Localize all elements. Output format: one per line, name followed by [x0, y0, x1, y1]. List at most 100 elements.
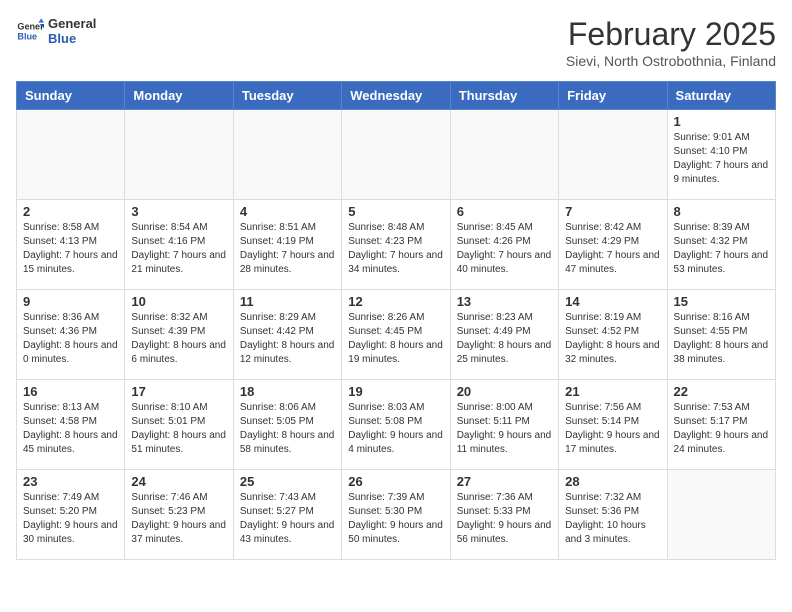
day-number: 1 — [674, 114, 769, 129]
day-number: 19 — [348, 384, 443, 399]
title-area: February 2025 Sievi, North Ostrobothnia,… — [566, 16, 776, 69]
weekday-header-thursday: Thursday — [450, 82, 558, 110]
week-row-3: 16 Sunrise: 8:13 AM Sunset: 4:58 PM Dayli… — [17, 380, 776, 470]
day-number: 25 — [240, 474, 335, 489]
svg-text:Blue: Blue — [17, 31, 37, 41]
day-info: Sunrise: 7:49 AM Sunset: 5:20 PM Dayligh… — [23, 491, 118, 547]
week-row-4: 23 Sunrise: 7:49 AM Sunset: 5:20 PM Dayli… — [17, 470, 776, 560]
day-number: 21 — [565, 384, 660, 399]
week-row-2: 9 Sunrise: 8:36 AM Sunset: 4:36 PM Daylig… — [17, 290, 776, 380]
calendar-cell — [667, 470, 775, 560]
day-number: 7 — [565, 204, 660, 219]
calendar-cell: 21 Sunrise: 7:56 AM Sunset: 5:14 PM Dayli… — [559, 380, 667, 470]
calendar-cell: 7Sunrise: 8:42 AM Sunset: 4:29 PM Daylig… — [559, 200, 667, 290]
day-number: 9 — [23, 294, 118, 309]
calendar-cell: 6 Sunrise: 8:45 AM Sunset: 4:26 PM Daylig… — [450, 200, 558, 290]
calendar-cell: 20Sunrise: 8:00 AM Sunset: 5:11 PM Dayli… — [450, 380, 558, 470]
weekday-header-wednesday: Wednesday — [342, 82, 450, 110]
calendar-cell: 9 Sunrise: 8:36 AM Sunset: 4:36 PM Daylig… — [17, 290, 125, 380]
day-info: Sunrise: 8:39 AM Sunset: 4:32 PM Dayligh… — [674, 221, 769, 277]
weekday-header-friday: Friday — [559, 82, 667, 110]
day-info: Sunrise: 7:39 AM Sunset: 5:30 PM Dayligh… — [348, 491, 443, 547]
day-info: Sunrise: 8:45 AM Sunset: 4:26 PM Dayligh… — [457, 221, 552, 277]
calendar-cell: 12Sunrise: 8:26 AM Sunset: 4:45 PM Dayli… — [342, 290, 450, 380]
calendar-cell: 26 Sunrise: 7:39 AM Sunset: 5:30 PM Dayli… — [342, 470, 450, 560]
calendar-cell: 23 Sunrise: 7:49 AM Sunset: 5:20 PM Dayli… — [17, 470, 125, 560]
week-row-1: 2 Sunrise: 8:58 AM Sunset: 4:13 PM Daylig… — [17, 200, 776, 290]
day-number: 3 — [131, 204, 226, 219]
day-info: Sunrise: 7:36 AM Sunset: 5:33 PM Dayligh… — [457, 491, 552, 547]
calendar-cell: 14Sunrise: 8:19 AM Sunset: 4:52 PM Dayli… — [559, 290, 667, 380]
week-row-0: 1 Sunrise: 9:01 AM Sunset: 4:10 PM Daylig… — [17, 110, 776, 200]
day-info: Sunrise: 8:58 AM Sunset: 4:13 PM Dayligh… — [23, 221, 118, 277]
calendar-cell: 28 Sunrise: 7:32 AM Sunset: 5:36 PM Dayli… — [559, 470, 667, 560]
calendar-cell — [342, 110, 450, 200]
day-number: 23 — [23, 474, 118, 489]
day-info: Sunrise: 8:00 AM Sunset: 5:11 PM Dayligh… — [457, 401, 552, 457]
day-number: 13 — [457, 294, 552, 309]
day-info: Sunrise: 8:32 AM Sunset: 4:39 PM Dayligh… — [131, 311, 226, 367]
day-number: 10 — [131, 294, 226, 309]
calendar-cell: 10 Sunrise: 8:32 AM Sunset: 4:39 PM Dayli… — [125, 290, 233, 380]
day-number: 2 — [23, 204, 118, 219]
day-number: 8 — [674, 204, 769, 219]
weekday-header-monday: Monday — [125, 82, 233, 110]
day-info: Sunrise: 8:54 AM Sunset: 4:16 PM Dayligh… — [131, 221, 226, 277]
weekday-header-tuesday: Tuesday — [233, 82, 341, 110]
day-info: Sunrise: 8:03 AM Sunset: 5:08 PM Dayligh… — [348, 401, 443, 457]
day-info: Sunrise: 7:53 AM Sunset: 5:17 PM Dayligh… — [674, 401, 769, 457]
calendar-cell: 25 Sunrise: 7:43 AM Sunset: 5:27 PM Dayli… — [233, 470, 341, 560]
calendar-cell: 15 Sunrise: 8:16 AM Sunset: 4:55 PM Dayli… — [667, 290, 775, 380]
day-number: 12 — [348, 294, 443, 309]
calendar-cell — [559, 110, 667, 200]
weekday-header-row: SundayMondayTuesdayWednesdayThursdayFrid… — [17, 82, 776, 110]
month-title: February 2025 — [566, 16, 776, 53]
day-info: Sunrise: 8:16 AM Sunset: 4:55 PM Dayligh… — [674, 311, 769, 367]
calendar-cell: 17 Sunrise: 8:10 AM Sunset: 5:01 PM Dayli… — [125, 380, 233, 470]
day-info: Sunrise: 8:48 AM Sunset: 4:23 PM Dayligh… — [348, 221, 443, 277]
day-number: 16 — [23, 384, 118, 399]
calendar-cell: 27 Sunrise: 7:36 AM Sunset: 5:33 PM Dayli… — [450, 470, 558, 560]
day-number: 18 — [240, 384, 335, 399]
day-number: 5 — [348, 204, 443, 219]
calendar-cell: 5 Sunrise: 8:48 AM Sunset: 4:23 PM Daylig… — [342, 200, 450, 290]
svg-text:General: General — [17, 22, 44, 32]
day-info: Sunrise: 9:01 AM Sunset: 4:10 PM Dayligh… — [674, 131, 769, 187]
calendar-cell: 4Sunrise: 8:51 AM Sunset: 4:19 PM Daylig… — [233, 200, 341, 290]
day-number: 14 — [565, 294, 660, 309]
weekday-header-sunday: Sunday — [17, 82, 125, 110]
day-info: Sunrise: 8:13 AM Sunset: 4:58 PM Dayligh… — [23, 401, 118, 457]
calendar-cell: 8 Sunrise: 8:39 AM Sunset: 4:32 PM Daylig… — [667, 200, 775, 290]
calendar: SundayMondayTuesdayWednesdayThursdayFrid… — [16, 81, 776, 560]
day-number: 6 — [457, 204, 552, 219]
calendar-cell — [125, 110, 233, 200]
calendar-cell: 22 Sunrise: 7:53 AM Sunset: 5:17 PM Dayli… — [667, 380, 775, 470]
day-info: Sunrise: 7:43 AM Sunset: 5:27 PM Dayligh… — [240, 491, 335, 547]
logo: General Blue General Blue — [16, 16, 96, 46]
day-number: 27 — [457, 474, 552, 489]
day-info: Sunrise: 8:51 AM Sunset: 4:19 PM Dayligh… — [240, 221, 335, 277]
day-number: 15 — [674, 294, 769, 309]
day-info: Sunrise: 7:56 AM Sunset: 5:14 PM Dayligh… — [565, 401, 660, 457]
calendar-cell: 2 Sunrise: 8:58 AM Sunset: 4:13 PM Daylig… — [17, 200, 125, 290]
logo-icon: General Blue — [16, 17, 44, 45]
day-info: Sunrise: 8:06 AM Sunset: 5:05 PM Dayligh… — [240, 401, 335, 457]
day-number: 22 — [674, 384, 769, 399]
day-number: 26 — [348, 474, 443, 489]
day-info: Sunrise: 8:36 AM Sunset: 4:36 PM Dayligh… — [23, 311, 118, 367]
calendar-cell — [233, 110, 341, 200]
day-number: 11 — [240, 294, 335, 309]
day-info: Sunrise: 8:10 AM Sunset: 5:01 PM Dayligh… — [131, 401, 226, 457]
day-info: Sunrise: 7:32 AM Sunset: 5:36 PM Dayligh… — [565, 491, 660, 547]
day-number: 17 — [131, 384, 226, 399]
calendar-cell: 1 Sunrise: 9:01 AM Sunset: 4:10 PM Daylig… — [667, 110, 775, 200]
day-info: Sunrise: 8:23 AM Sunset: 4:49 PM Dayligh… — [457, 311, 552, 367]
day-number: 24 — [131, 474, 226, 489]
day-number: 28 — [565, 474, 660, 489]
header: General Blue General Blue February 2025 … — [16, 16, 776, 69]
calendar-cell: 24Sunrise: 7:46 AM Sunset: 5:23 PM Dayli… — [125, 470, 233, 560]
location: Sievi, North Ostrobothnia, Finland — [566, 53, 776, 69]
logo-general: General — [48, 16, 96, 31]
calendar-cell: 11Sunrise: 8:29 AM Sunset: 4:42 PM Dayli… — [233, 290, 341, 380]
calendar-cell: 18 Sunrise: 8:06 AM Sunset: 5:05 PM Dayli… — [233, 380, 341, 470]
